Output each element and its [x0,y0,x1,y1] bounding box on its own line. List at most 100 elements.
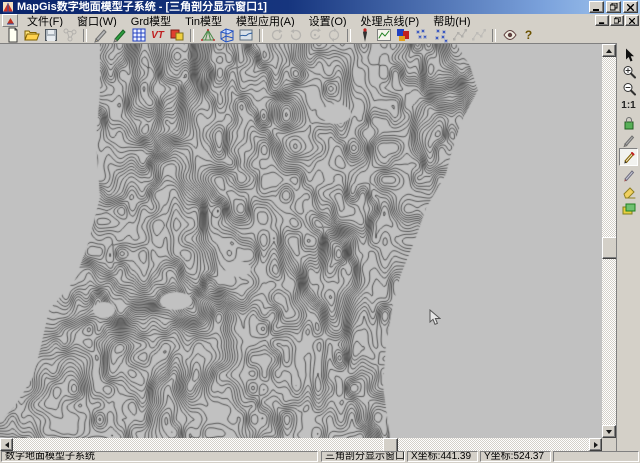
toolbar-button-rotate-1[interactable] [267,27,286,43]
scatter-points-1-icon [414,27,430,43]
toolbar-button-map-view[interactable] [236,27,255,43]
close-icon [627,4,634,11]
toolbar-button-profile-chart[interactable] [374,27,393,43]
toolbar-button-rotate-2[interactable] [286,27,305,43]
toolbar-button-vt-view[interactable]: VT [148,27,167,43]
scroll-up-icon [606,49,612,53]
right-tool-eraser[interactable] [619,183,638,200]
link-nodes-icon [62,27,78,43]
child-window-glyph-icon [6,17,15,25]
color-blocks-icon [395,27,411,43]
right-tool-pencil-edit[interactable] [619,148,638,166]
scroll-up-button[interactable] [602,44,616,57]
status-empty-panel [553,451,639,462]
toolbar-button-ink-point[interactable] [355,27,374,43]
eye-view-icon [502,27,518,43]
close-button[interactable] [623,1,638,13]
zoom-1-1-label: 1:1 [621,100,635,111]
ink-point-icon [357,27,373,43]
profile-chart-icon [376,27,392,43]
right-tool-lock[interactable] [619,114,638,131]
child-minimize-button[interactable] [595,15,609,26]
status-bar: 数字地面模型子系统 三角剖分显示窗口 X坐标:441.39 Y坐标:524.37 [0,451,640,463]
right-tool-zoom-1-1[interactable]: 1:1 [619,97,638,114]
toolbar-button-pencil-gray[interactable] [91,27,110,43]
toolbar-button-eye-view[interactable] [500,27,519,43]
toolbar-button-color-blocks[interactable] [393,27,412,43]
menu-bar: 文件(F) 窗口(W) Grd模型 Tin模型 模型应用(A) 设置(O) 处理… [0,14,640,27]
toolbar-button-polyline-nodes[interactable] [450,27,469,43]
toolbar-button-tin-mesh[interactable] [198,27,217,43]
toolbar-button-grid-3d[interactable] [217,27,236,43]
toolbar-button-grid-model[interactable] [129,27,148,43]
restore-button[interactable] [606,1,621,13]
minimize-button[interactable] [589,1,604,13]
scroll-down-icon [606,430,612,434]
map-canvas[interactable] [0,44,602,438]
toolbar-button-help[interactable]: ? [519,27,538,43]
rotate-2-icon [288,27,304,43]
pencil-erase-icon [621,167,637,183]
main-toolbar: VT? [0,27,640,43]
right-tool-zoom-out[interactable] [619,80,638,97]
toolbar-button-polyline-gray[interactable] [469,27,488,43]
scroll-down-button[interactable] [602,425,616,438]
grid-model-icon [131,27,147,43]
scroll-left-button[interactable] [0,438,13,451]
map-viewport [0,44,602,438]
eraser-icon [621,184,637,200]
select-cursor-icon [621,47,637,63]
palette-icon [169,27,185,43]
rotate-3-icon [307,27,323,43]
polyline-nodes-icon [452,27,468,43]
lock-icon [621,115,637,131]
help-label: ? [525,28,532,42]
right-tool-select-cursor[interactable] [619,46,638,63]
toolbar-button-scatter-points-2[interactable] [431,27,450,43]
right-tool-zoom-in[interactable] [619,63,638,80]
vt-view-label: VT [151,30,164,41]
rotate-1-icon [269,27,285,43]
right-toolbar: 1:1 [617,43,640,217]
grid-3d-icon [219,27,235,43]
pencil-gray-icon [93,27,109,43]
toolbar-separator [190,29,194,42]
toolbar-button-pencil-green[interactable] [110,27,129,43]
child-close-icon [629,18,635,24]
toolbar-button-palette[interactable] [167,27,186,43]
right-tool-layers[interactable] [619,200,638,217]
zoom-out-icon [621,81,637,97]
status-y-coordinate: Y坐标:524.37 [480,451,551,462]
toolbar-button-open-folder[interactable] [22,27,41,43]
horizontal-scrollbar[interactable] [0,438,602,451]
right-tool-panel: 1:1 [616,43,640,452]
map-view-icon [238,27,254,43]
toolbar-button-rotate-3[interactable] [305,27,324,43]
new-file-icon [5,27,21,43]
zoom-in-icon [621,64,637,80]
scroll-right-icon [594,442,598,448]
status-x-coordinate: X坐标:441.39 [407,451,478,462]
toolbar-button-link-nodes[interactable] [60,27,79,43]
pencil-green-icon [112,27,128,43]
vertical-scrollbar[interactable] [602,44,616,438]
scatter-points-2-icon [433,27,449,43]
pencil-edit-icon [621,149,637,165]
child-restore-button[interactable] [610,15,624,26]
child-minimize-icon [599,18,605,24]
child-close-button[interactable] [625,15,639,26]
toolbar-separator [347,29,351,42]
right-tool-pencil-thin[interactable] [619,131,638,148]
tin-mesh-icon [200,27,216,43]
child-window-icon[interactable] [2,14,18,27]
toolbar-button-scatter-points-1[interactable] [412,27,431,43]
toolbar-button-new-file[interactable] [3,27,22,43]
pencil-thin-icon [621,132,637,148]
toolbar-button-save-file[interactable] [41,27,60,43]
toolbar-separator [492,29,496,42]
toolbar-button-rotate-4[interactable] [324,27,343,43]
toolbar-separator [259,29,263,42]
right-tool-pencil-erase[interactable] [619,166,638,183]
rotate-4-icon [326,27,342,43]
scroll-right-button[interactable] [589,438,602,451]
